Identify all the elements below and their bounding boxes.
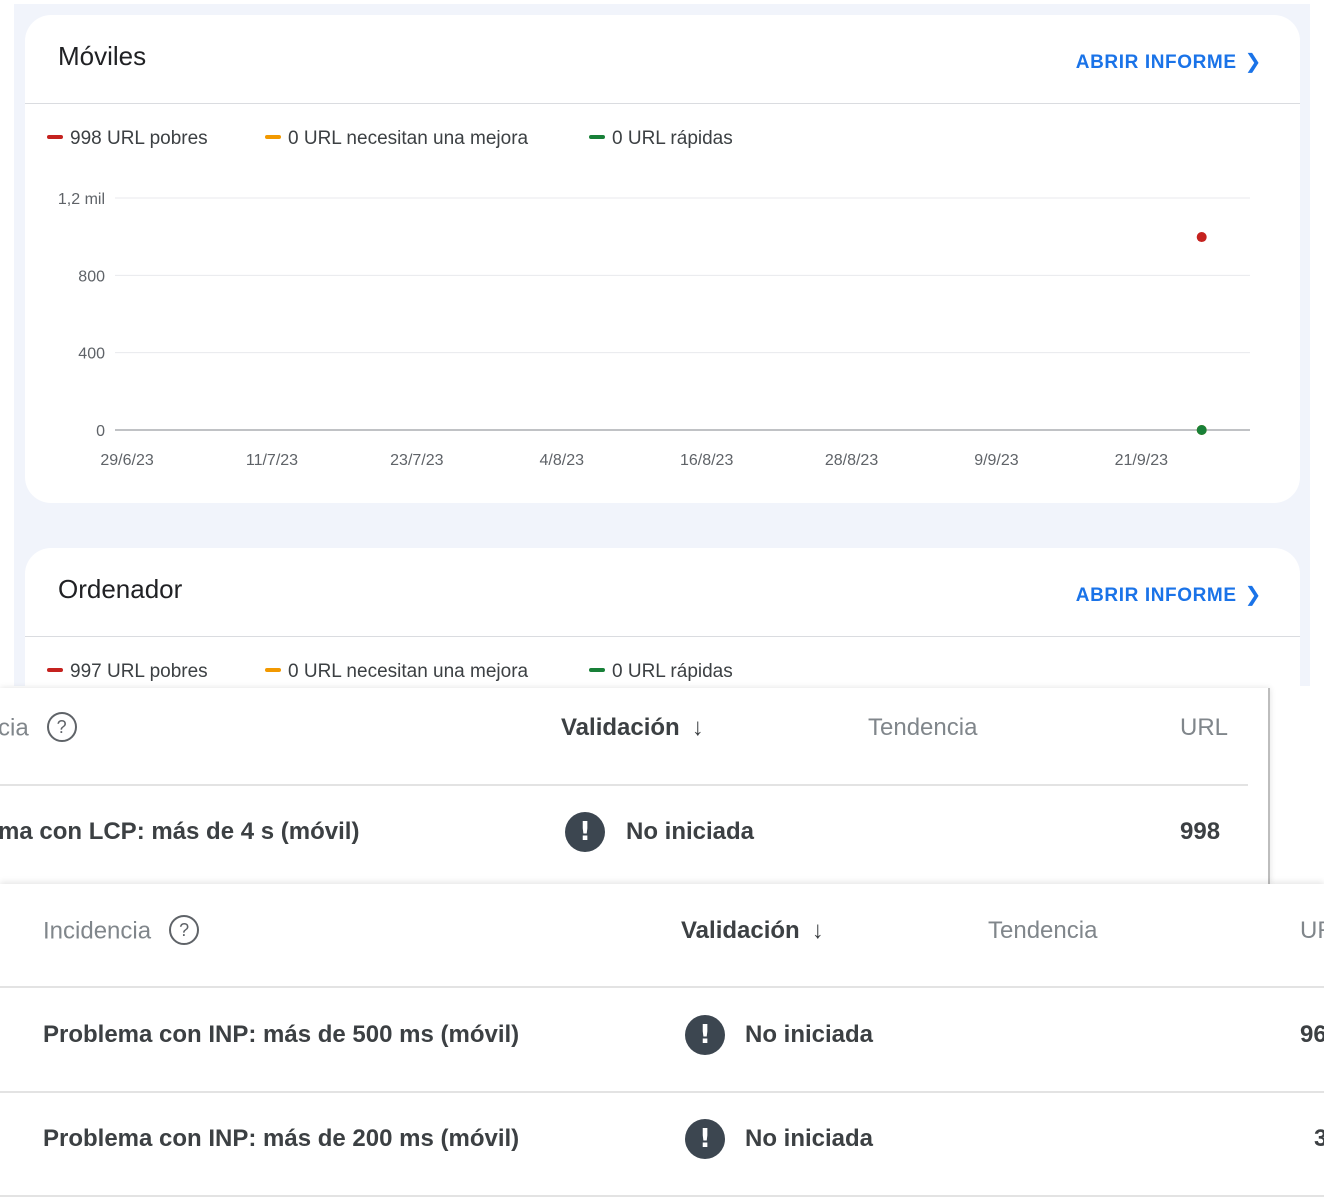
- header-label: Validación: [561, 714, 680, 741]
- legend-needs-improvement[interactable]: 0 URL necesitan una mejora: [265, 661, 528, 683]
- mobile-chart: 0 400 800 1,2 mil 29/6/23 11/7/23 23/7/23 4/8/2…: [58, 191, 1250, 469]
- issue-name: Problema con INP: más de 200 ms (móvil): [43, 1125, 520, 1152]
- legend-poor[interactable]: 997 URL pobres: [47, 661, 208, 683]
- alert-icon: !: [565, 812, 605, 852]
- open-report-button[interactable]: ABRIR INFORME ❯: [1076, 582, 1262, 607]
- row-divider: [0, 986, 1324, 988]
- sort-arrow-down-icon: ↓: [811, 917, 824, 944]
- inp-issues-table: Incidencia? Validación ↓ Tendencia UR Pro…: [0, 884, 1324, 1199]
- url-count: 96: [1300, 1021, 1324, 1048]
- chevron-right-icon: ❯: [1244, 584, 1262, 606]
- column-header-validation[interactable]: Validación ↓: [681, 917, 824, 945]
- x-tick-label: 21/9/23: [1115, 452, 1168, 469]
- column-header-issue[interactable]: Incidencia?: [43, 915, 200, 947]
- divider: [25, 636, 1300, 637]
- row-divider: [0, 1195, 1324, 1197]
- column-header-url: UR: [1300, 917, 1324, 944]
- x-tick-label: 28/8/23: [825, 452, 878, 469]
- x-tick-label: 16/8/23: [680, 452, 733, 469]
- data-point: [1196, 232, 1207, 243]
- legend-label: 997 URL pobres: [70, 661, 208, 682]
- validation-status: No iniciada: [745, 1125, 874, 1152]
- x-tick-label: 23/7/23: [390, 452, 443, 469]
- legend-label: 0 URL necesitan una mejora: [288, 661, 529, 682]
- y-tick-label: 400: [78, 346, 105, 363]
- card-title: Ordenador: [58, 574, 183, 604]
- y-tick-label: 800: [78, 268, 105, 285]
- open-report-label: ABRIR INFORME: [1075, 585, 1237, 606]
- legend-label: 0 URL rápidas: [612, 661, 733, 682]
- help-icon[interactable]: ?: [46, 712, 77, 742]
- issue-name: Problema con INP: más de 500 ms (móvil): [43, 1021, 520, 1048]
- x-tick-label: 9/9/23: [974, 452, 1019, 469]
- validation-status: No iniciada: [626, 818, 755, 845]
- header-label: Incidencia: [43, 917, 152, 945]
- url-count: 3: [1314, 1125, 1324, 1152]
- mobile-card: Móviles ABRIR INFORME ❯ 998 URL pobres 0 …: [25, 15, 1300, 503]
- url-count: 998: [1180, 818, 1221, 845]
- header-label: Validación: [681, 917, 800, 944]
- alert-icon: !: [685, 1119, 725, 1159]
- header-label: cia: [0, 714, 29, 742]
- column-header-trend: Tendencia: [988, 917, 1098, 944]
- y-tick-label: 1,2 mil: [58, 191, 105, 208]
- data-point: [1196, 425, 1207, 435]
- column-header-issue[interactable]: cia?: [0, 712, 77, 744]
- validation-status: No iniciada: [745, 1021, 874, 1048]
- row-divider: [0, 1091, 1324, 1093]
- column-header-validation[interactable]: Validación ↓: [561, 714, 704, 742]
- y-tick-label: 0: [96, 423, 105, 440]
- sort-arrow-down-icon: ↓: [691, 714, 704, 741]
- x-tick-label: 29/6/23: [100, 452, 153, 469]
- x-tick-label: 11/7/23: [246, 452, 298, 469]
- lcp-issues-table: cia? Validación ↓ Tendencia URL ma con LC…: [0, 688, 1270, 884]
- legend-swatch: [589, 667, 605, 672]
- column-header-trend: Tendencia: [868, 714, 978, 741]
- legend-swatch: [265, 667, 281, 672]
- alert-icon: !: [685, 1015, 725, 1055]
- row-divider: [0, 784, 1248, 786]
- legend-good[interactable]: 0 URL rápidas: [589, 661, 733, 683]
- x-tick-label: 4/8/23: [540, 452, 585, 469]
- help-icon[interactable]: ?: [169, 915, 200, 945]
- issue-name: ma con LCP: más de 4 s (móvil): [0, 818, 360, 845]
- column-header-url: URL: [1180, 714, 1229, 741]
- legend-swatch: [47, 667, 63, 672]
